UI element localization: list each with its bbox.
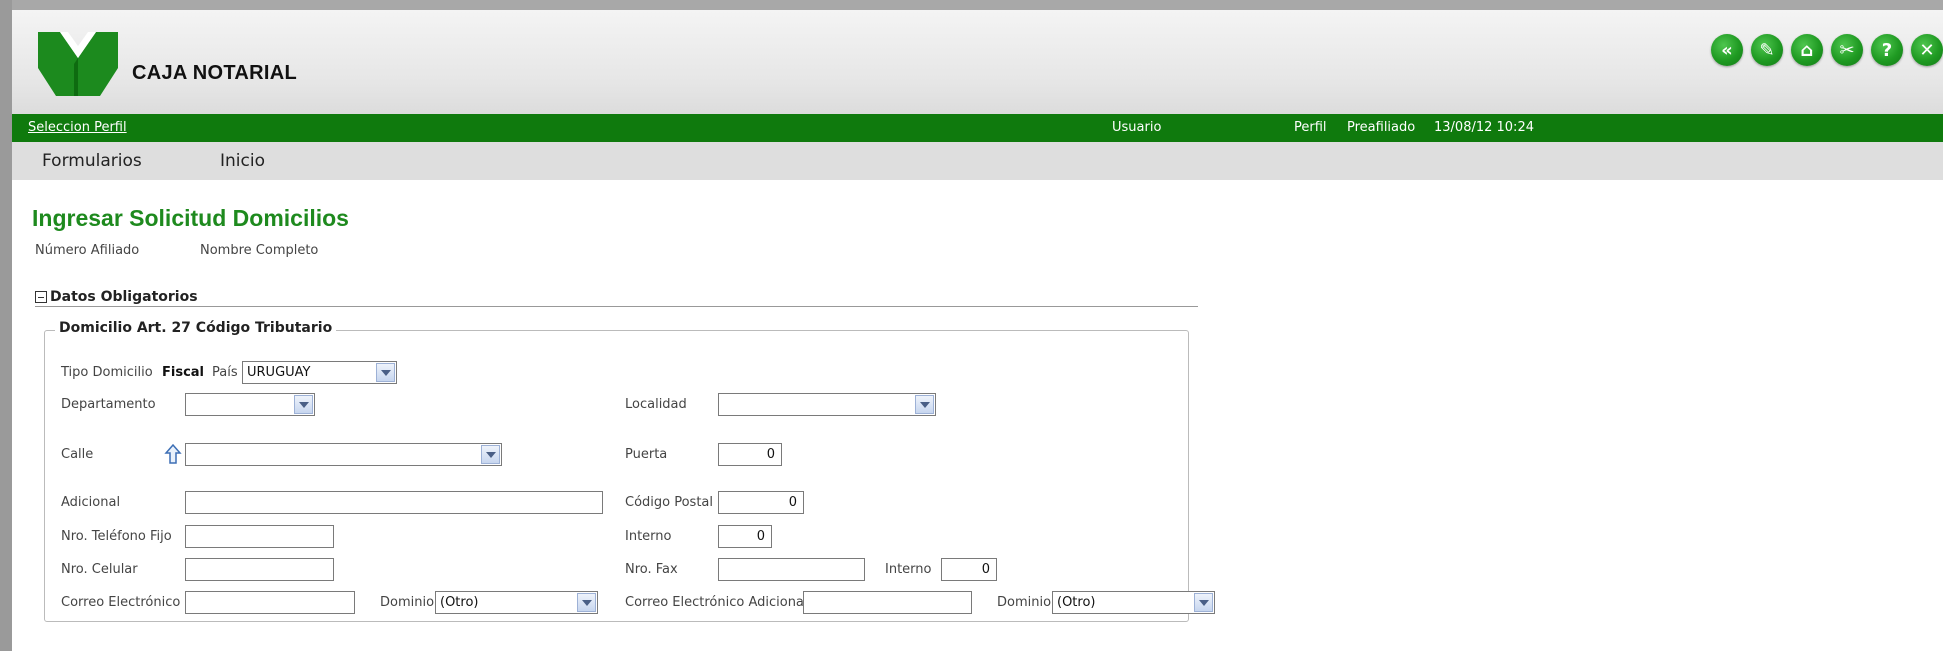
brand-name: CAJA NOTARIAL [132, 62, 298, 84]
app-header: CAJA NOTARIAL « ✎ ⌂ ✂ ? ✕ [12, 10, 1943, 114]
celular-label: Nro. Celular [61, 562, 138, 577]
adicional-label: Adicional [61, 495, 121, 510]
telefono-input[interactable] [185, 525, 334, 548]
fax-label: Nro. Fax [625, 562, 678, 577]
section-divider [35, 306, 1198, 307]
collapse-icon[interactable] [35, 291, 47, 303]
codigo-postal-input[interactable]: 0 [718, 491, 804, 514]
calle-select[interactable] [185, 443, 502, 466]
pais-select-value: URUGUAY [247, 365, 311, 380]
codigo-postal-label: Código Postal [625, 495, 714, 510]
arrow-up-icon[interactable] [164, 443, 182, 465]
adicional-input[interactable] [185, 491, 603, 514]
departamento-label: Departamento [61, 397, 156, 412]
tipo-domicilio-label: Tipo Domicilio [61, 365, 153, 380]
user-label: Usuario [1112, 120, 1162, 135]
affiliate-number-label: Número Afiliado [35, 243, 140, 258]
chevron-down-icon[interactable] [481, 445, 500, 464]
interno-input[interactable]: 0 [718, 525, 772, 548]
edit-icon[interactable]: ✎ [1751, 34, 1783, 66]
correo-adicional-label: Correo Electrónico Adicional [625, 595, 808, 610]
select-profile-link[interactable]: Seleccion Perfil [28, 120, 127, 135]
interno-label: Interno [625, 529, 672, 544]
correo-adicional-input[interactable] [803, 591, 972, 614]
status-bar: Seleccion Perfil Usuario Perfil Preafili… [12, 114, 1943, 142]
window-frame-left [0, 0, 12, 651]
section-title: Datos Obligatorios [50, 289, 198, 305]
home-icon[interactable]: ⌂ [1791, 34, 1823, 66]
caja-notarial-logo [38, 32, 118, 96]
header-toolbar: « ✎ ⌂ ✂ ? ✕ [1711, 34, 1943, 66]
full-name-label: Nombre Completo [200, 243, 319, 258]
fieldset-legend: Domicilio Art. 27 Código Tributario [55, 320, 337, 336]
localidad-label: Localidad [625, 397, 687, 412]
tools-icon[interactable]: ✂ [1831, 34, 1863, 66]
chevron-down-icon[interactable] [294, 395, 313, 414]
chevron-down-icon[interactable] [1194, 593, 1213, 612]
chevron-down-icon[interactable] [577, 593, 596, 612]
back-double-icon[interactable]: « [1711, 34, 1743, 66]
telefono-label: Nro. Teléfono Fijo [61, 529, 172, 544]
pais-select[interactable]: URUGUAY [242, 361, 397, 384]
dominio2-select[interactable]: (Otro) [1052, 591, 1215, 614]
profile-value: Preafiliado [1347, 120, 1416, 135]
calle-label: Calle [61, 447, 94, 462]
correo-input[interactable] [185, 591, 355, 614]
menu-formularios[interactable]: Formularios [42, 151, 142, 171]
pais-label: País [212, 365, 238, 380]
close-icon[interactable]: ✕ [1911, 34, 1943, 66]
correo-label: Correo Electrónico [61, 595, 181, 610]
chevron-down-icon[interactable] [915, 395, 934, 414]
chevron-down-icon[interactable] [376, 363, 395, 382]
fax-interno-label: Interno [885, 562, 932, 577]
datetime: 13/08/12 10:24 [1434, 120, 1534, 135]
profile-label: Perfil [1294, 120, 1327, 135]
localidad-select[interactable] [718, 393, 936, 416]
help-icon[interactable]: ? [1871, 34, 1903, 66]
puerta-input[interactable]: 0 [718, 443, 782, 466]
page-title: Ingresar Solicitud Domicilios [32, 205, 349, 231]
dominio-select[interactable]: (Otro) [435, 591, 598, 614]
section-datos-obligatorios[interactable]: Datos Obligatorios [35, 289, 198, 305]
dominio-label: Dominio [380, 595, 435, 610]
dominio-select-value: (Otro) [440, 595, 479, 610]
departamento-select[interactable] [185, 393, 315, 416]
main-menu: Formularios Inicio [12, 142, 1943, 180]
dominio2-select-value: (Otro) [1057, 595, 1096, 610]
puerta-label: Puerta [625, 447, 668, 462]
window-frame-top [0, 0, 1943, 10]
celular-input[interactable] [185, 558, 334, 581]
tipo-domicilio-value: Fiscal [162, 365, 205, 380]
fax-input[interactable] [718, 558, 865, 581]
fax-interno-input[interactable]: 0 [941, 558, 997, 581]
menu-inicio[interactable]: Inicio [220, 151, 265, 171]
dominio2-label: Dominio [997, 595, 1052, 610]
